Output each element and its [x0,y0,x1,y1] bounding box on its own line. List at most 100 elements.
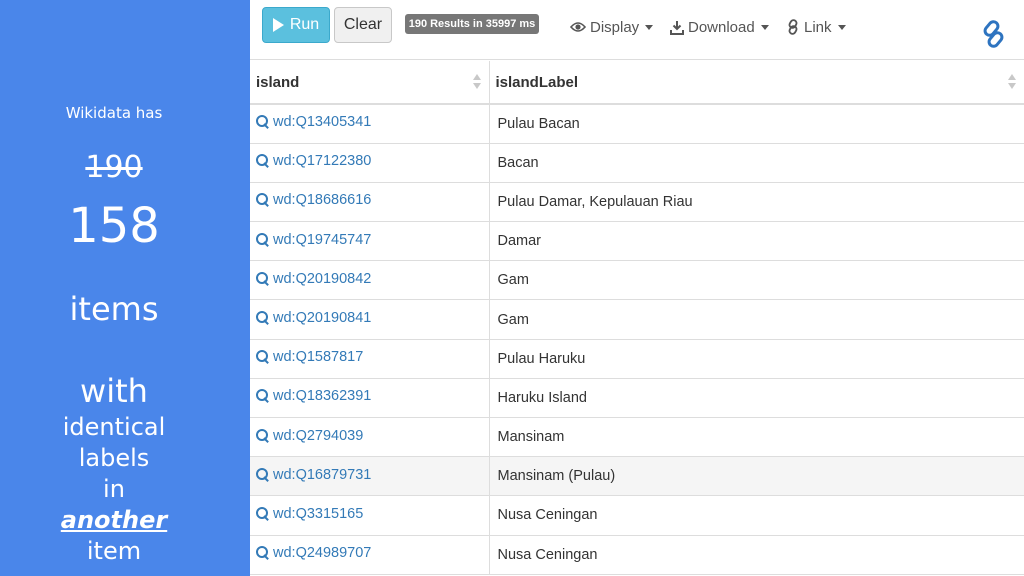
column-header-island[interactable]: island [250,61,490,105]
display-menu[interactable]: Display [570,16,654,38]
island-cell: wd:Q17122380 [250,143,490,183]
label-cell: Bacan [489,143,1024,183]
search-icon [256,506,270,521]
item-link[interactable]: wd:Q3315165 [256,506,363,522]
label-cell: Pulau Damar, Kepulauan Riau [489,182,1024,223]
item-id: wd:Q19745747 [273,231,372,248]
item-link[interactable]: wd:Q24989707 [256,545,371,561]
sort-icon[interactable] [1008,74,1016,90]
slide-side-panel: Wikidata has 190 158 items with identica… [0,0,250,576]
table-row: wd:Q17122380 Bacan [250,143,1024,183]
eye-icon [570,22,586,32]
results-table: island islandLabel wd:Q13405341 Pulau Ba… [250,61,1024,575]
label-cell: Mansinam (Pulau) [489,456,1024,497]
table-row: wd:Q20190842 Gam [250,260,1024,301]
search-icon [256,193,270,207]
item-link[interactable]: wd:Q19745747 [256,232,371,248]
island-cell: wd:Q20190841 [250,299,490,340]
share-link-icon[interactable] [978,18,1010,50]
clear-button[interactable]: Clear [334,7,392,43]
column-header-label: island [256,73,300,91]
island-cell: wd:Q3315165 [250,495,490,536]
table-row: wd:Q19745747 Damar [250,221,1024,262]
download-icon [670,20,684,35]
column-header-label: islandLabel [495,73,579,91]
search-icon [256,389,270,403]
search-icon [256,546,270,560]
item-link[interactable]: wd:Q20190841 [256,310,371,326]
table-row: wd:Q18686616 Pulau Damar, Kepulauan Riau [250,182,1024,223]
with-text: with [80,372,148,410]
link-menu[interactable]: Link [786,16,846,38]
link-icon [788,19,798,35]
item-link[interactable]: wd:Q16879731 [256,467,371,483]
item-id: wd:Q20190841 [273,310,372,327]
item-id: wd:Q3315165 [273,505,364,522]
island-cell: wd:Q13405341 [250,104,490,144]
another-text: another [60,506,168,534]
table-row: wd:Q2794039 Mansinam [250,417,1024,458]
item-text: item [86,537,142,565]
item-link[interactable]: wd:Q20190842 [256,271,371,287]
island-cell: wd:Q24989707 [250,535,490,575]
island-cell: wd:Q18362391 [250,378,490,419]
play-icon [272,18,284,32]
display-label: Display [590,18,640,36]
item-link[interactable]: wd:Q18362391 [256,388,371,404]
run-button-label: Run [289,16,320,33]
new-count: 158 [68,198,160,254]
item-id: wd:Q24989707 [273,545,372,562]
island-cell: wd:Q18686616 [250,182,490,223]
item-link[interactable]: wd:Q17122380 [256,153,371,169]
table-row: wd:Q24989707 Nusa Ceningan [250,535,1024,575]
chevron-down-icon [760,24,769,30]
table-row: wd:Q3315165 Nusa Ceningan [250,495,1024,536]
sort-icon[interactable] [472,74,481,90]
table-header-row: island islandLabel [250,61,1024,105]
results-table-container: island islandLabel wd:Q13405341 Pulau Ba… [250,61,1024,576]
item-id: wd:Q18362391 [273,388,372,405]
search-icon [256,232,270,247]
search-icon [256,311,270,325]
label-cell: Mansinam [489,417,1024,458]
chevron-down-icon [837,24,846,30]
run-button[interactable]: Run [262,7,330,43]
island-cell: wd:Q19745747 [250,221,490,262]
in-text: in [103,475,125,503]
table-row: wd:Q18362391 Haruku Island [250,378,1024,419]
download-menu[interactable]: Download [670,16,769,38]
identical-text: identical [62,413,166,441]
label-cell: Pulau Bacan [489,104,1024,144]
item-id: wd:Q2794039 [273,427,364,444]
island-cell: wd:Q16879731 [250,456,490,497]
search-icon [256,154,270,168]
item-id: wd:Q16879731 [273,466,372,483]
label-cell: Damar [489,221,1024,262]
label-cell: Gam [489,260,1024,301]
items-text: items [69,290,159,328]
label-cell: Pulau Haruku [489,339,1024,379]
item-id: wd:Q20190842 [273,270,372,287]
table-row: wd:Q13405341 Pulau Bacan [250,104,1024,144]
item-id: wd:Q17122380 [273,153,372,170]
item-link[interactable]: wd:Q1587817 [256,349,363,365]
search-icon [256,467,270,482]
island-cell: wd:Q1587817 [250,339,490,379]
link-label: Link [804,18,832,36]
island-cell: wd:Q2794039 [250,417,490,458]
item-link[interactable]: wd:Q13405341 [256,114,371,130]
item-id: wd:Q18686616 [273,192,372,209]
label-cell: Gam [489,299,1024,340]
item-id: wd:Q13405341 [273,114,372,131]
chevron-down-icon [645,24,654,30]
query-toolbar: Run Clear 190 Results in 35997 ms Displa… [250,0,1024,60]
search-icon [256,115,270,129]
item-link[interactable]: wd:Q18686616 [256,192,371,208]
item-id: wd:Q1587817 [273,349,364,366]
search-icon [256,350,270,364]
search-icon [256,428,270,443]
item-link[interactable]: wd:Q2794039 [256,428,363,444]
old-count: 190 [85,150,143,185]
label-cell: Nusa Ceningan [489,495,1024,536]
column-header-islandlabel[interactable]: islandLabel [489,61,1024,105]
